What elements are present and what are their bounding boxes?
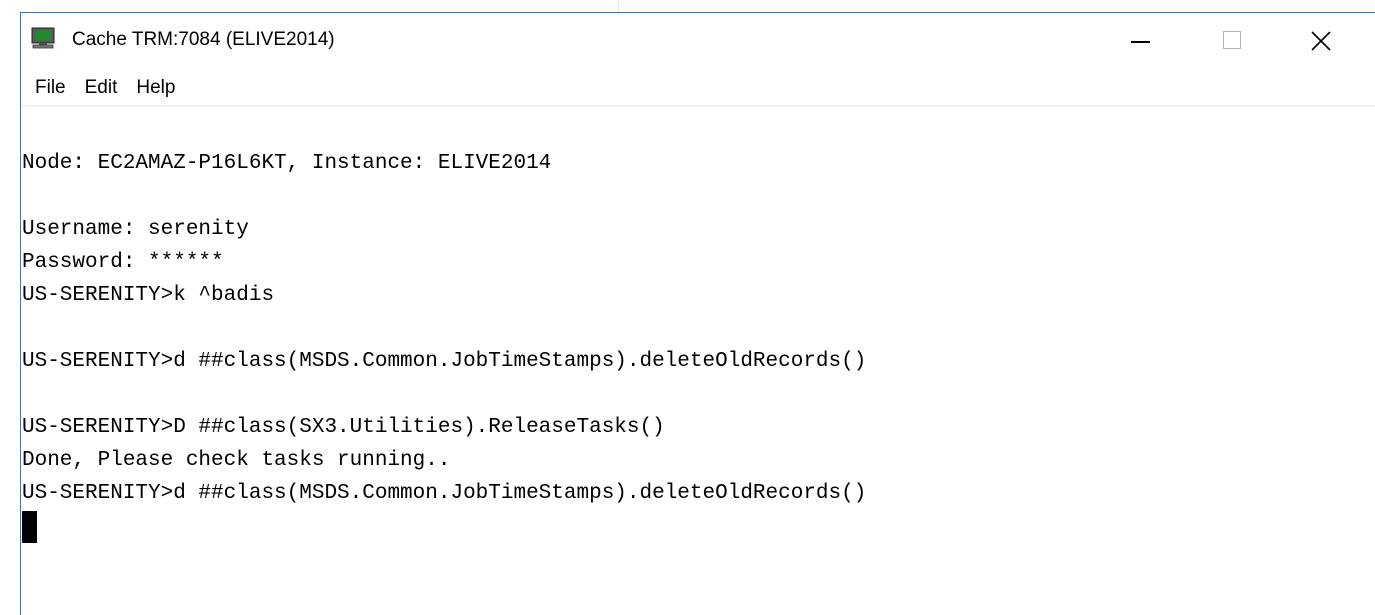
- menu-bar: File Edit Help: [21, 71, 1375, 105]
- terminal-line: US-SERENITY>k ^badis: [22, 284, 275, 307]
- menu-help[interactable]: Help: [136, 71, 175, 105]
- desktop-background: Cache TRM:7084 (ELIVE2014) File Edit Hel…: [0, 0, 1375, 615]
- background-seam: [618, 0, 619, 12]
- close-icon: [1310, 30, 1332, 52]
- terminal-line: US-SERENITY>d ##class(MSDS.Common.JobTim…: [22, 482, 867, 505]
- terminal-line: Done, Please check tasks running..: [22, 449, 451, 472]
- terminal-monitor-icon[interactable]: [31, 27, 55, 49]
- menu-file[interactable]: File: [35, 71, 66, 105]
- menu-edit[interactable]: Edit: [85, 71, 118, 105]
- terminal-line: US-SERENITY>D ##class(SX3.Utilities).Rel…: [22, 416, 665, 439]
- minimize-button[interactable]: [1105, 13, 1175, 71]
- background-window-edge: [0, 52, 6, 60]
- terminal-input-line[interactable]: [22, 510, 1375, 543]
- close-button[interactable]: [1287, 13, 1357, 71]
- terminal-window: Cache TRM:7084 (ELIVE2014) File Edit Hel…: [20, 12, 1375, 615]
- terminal-line: US-SERENITY>d ##class(MSDS.Common.JobTim…: [22, 350, 867, 373]
- terminal-line: Node: EC2AMAZ-P16L6KT, Instance: ELIVE20…: [22, 152, 552, 175]
- window-title: Cache TRM:7084 (ELIVE2014): [72, 29, 335, 50]
- maximize-icon: [1223, 31, 1241, 49]
- maximize-button[interactable]: [1197, 13, 1267, 71]
- background-window-edge: [0, 104, 6, 112]
- title-bar[interactable]: Cache TRM:7084 (ELIVE2014): [21, 13, 1375, 71]
- minimize-icon: [1131, 41, 1150, 43]
- terminal-line: Password: ******: [22, 251, 224, 274]
- terminal-line: Username: serenity: [22, 218, 249, 241]
- terminal-output[interactable]: Node: EC2AMAZ-P16L6KT, Instance: ELIVE20…: [21, 107, 1375, 543]
- block-cursor: [22, 511, 37, 543]
